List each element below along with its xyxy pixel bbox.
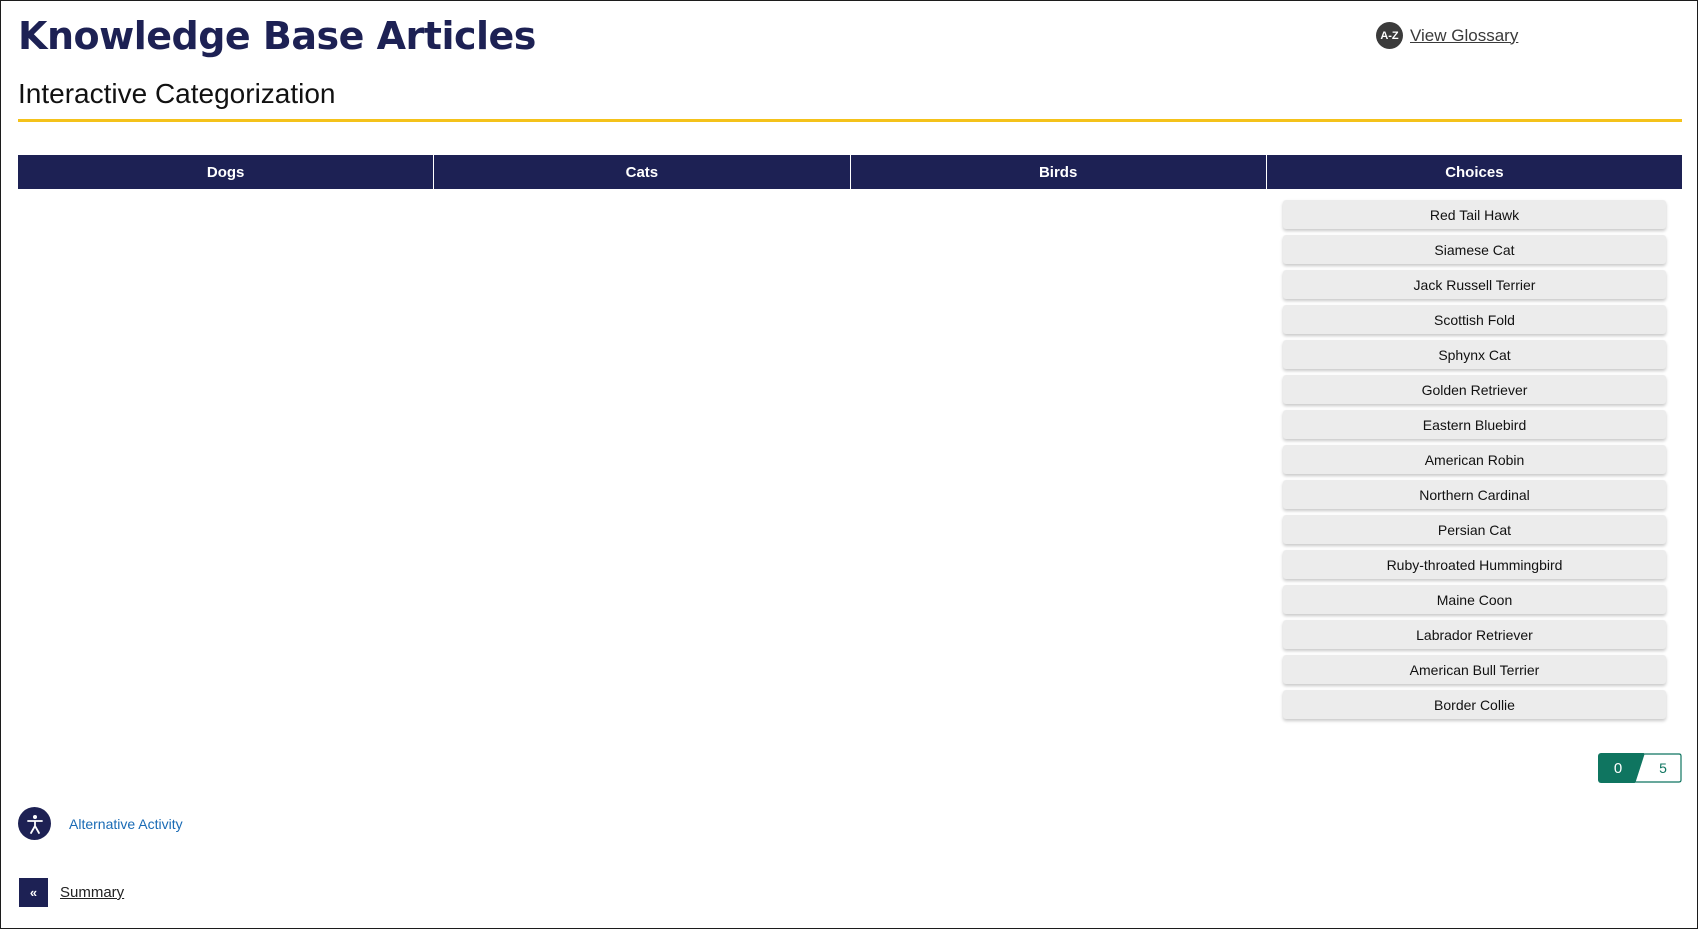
choice-item[interactable]: Ruby-throated Hummingbird — [1283, 550, 1666, 579]
choice-item[interactable]: Border Collie — [1283, 690, 1666, 719]
choice-item[interactable]: Persian Cat — [1283, 515, 1666, 544]
choice-item[interactable]: Eastern Bluebird — [1283, 410, 1666, 439]
title-divider — [18, 119, 1682, 122]
view-glossary-link[interactable]: A-Z View Glossary — [1376, 22, 1518, 49]
choice-item[interactable]: Siamese Cat — [1283, 235, 1666, 264]
score-indicator: 0 5 — [1598, 753, 1682, 783]
choice-item[interactable]: Red Tail Hawk — [1283, 200, 1666, 229]
choices-list: Red Tail Hawk Siamese Cat Jack Russell T… — [1283, 200, 1666, 719]
choice-item[interactable]: Golden Retriever — [1283, 375, 1666, 404]
choice-item[interactable]: Maine Coon — [1283, 585, 1666, 614]
choice-item[interactable]: Jack Russell Terrier — [1283, 270, 1666, 299]
chevron-left-icon[interactable]: « — [19, 878, 48, 907]
choice-item[interactable]: Scottish Fold — [1283, 305, 1666, 334]
alternative-activity-label[interactable]: Alternative Activity — [69, 816, 183, 832]
glossary-label[interactable]: View Glossary — [1410, 26, 1518, 46]
column-header-dogs: Dogs — [18, 155, 435, 189]
choice-item[interactable]: American Robin — [1283, 445, 1666, 474]
page-title: Knowledge Base Articles — [18, 14, 536, 58]
choice-item[interactable]: Labrador Retriever — [1283, 620, 1666, 649]
score-total: 5 — [1659, 760, 1667, 776]
choice-item[interactable]: Sphynx Cat — [1283, 340, 1666, 369]
column-header-birds: Birds — [851, 155, 1267, 189]
summary-nav-link[interactable]: « Summary — [19, 878, 124, 907]
alternative-activity-link[interactable]: Alternative Activity — [18, 807, 183, 840]
activity-subtitle: Interactive Categorization — [18, 78, 336, 109]
column-header-choices: Choices — [1445, 163, 1504, 181]
choice-item[interactable]: American Bull Terrier — [1283, 655, 1666, 684]
summary-label[interactable]: Summary — [60, 884, 124, 901]
choice-item[interactable]: Northern Cardinal — [1283, 480, 1666, 509]
glossary-icon: A-Z — [1376, 22, 1403, 49]
column-header-cats: Cats — [434, 155, 851, 189]
category-header-row: Dogs Cats Birds Choices — [18, 155, 1682, 189]
accessibility-icon — [18, 807, 51, 840]
